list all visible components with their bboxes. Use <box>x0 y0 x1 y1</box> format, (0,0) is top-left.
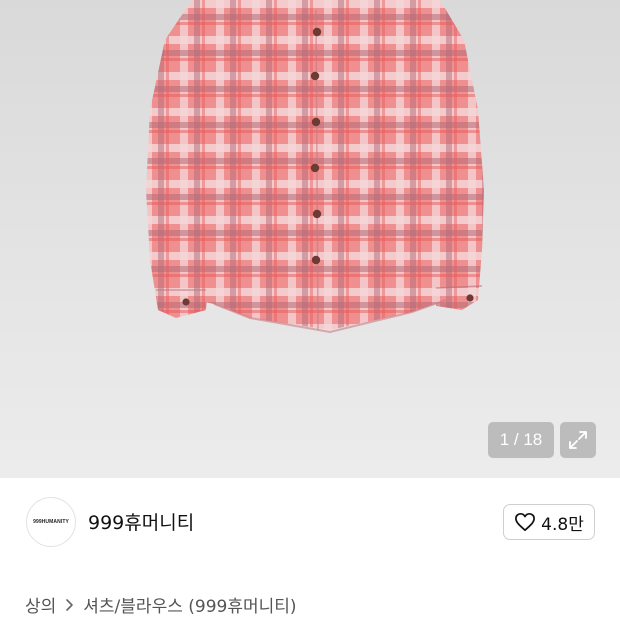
shirt-button <box>311 255 321 265</box>
breadcrumb: 상의 셔츠/블라우스 (999휴머니티) <box>25 592 297 617</box>
shirt-button <box>310 71 320 81</box>
shirt-button <box>466 294 474 302</box>
brand-row: 999HUMANITY 999휴머니티 4.8만 <box>0 478 620 568</box>
product-image[interactable]: 1 / 18 <box>0 0 620 478</box>
shirt-button <box>310 163 320 173</box>
breadcrumb-subcategory[interactable]: 셔츠/블라우스 (999휴머니티) <box>83 592 296 617</box>
shirt-button <box>182 298 190 306</box>
like-count: 4.8만 <box>541 514 584 535</box>
expand-icon <box>569 431 587 449</box>
shirt-image <box>146 0 484 334</box>
chevron-right-icon <box>65 598 74 612</box>
breadcrumb-category[interactable]: 상의 <box>25 592 56 617</box>
shirt-button <box>312 27 322 37</box>
expand-button[interactable] <box>560 422 596 458</box>
image-counter: 1 / 18 <box>488 422 554 458</box>
brand-logo-text: 999HUMANITY <box>33 519 69 525</box>
shirt-button <box>311 117 321 127</box>
like-button[interactable]: 4.8만 <box>503 504 595 540</box>
shirt-button <box>312 209 322 219</box>
brand-logo[interactable]: 999HUMANITY <box>26 497 76 547</box>
brand-name[interactable]: 999휴머니티 <box>88 508 194 535</box>
heart-icon <box>515 512 536 532</box>
